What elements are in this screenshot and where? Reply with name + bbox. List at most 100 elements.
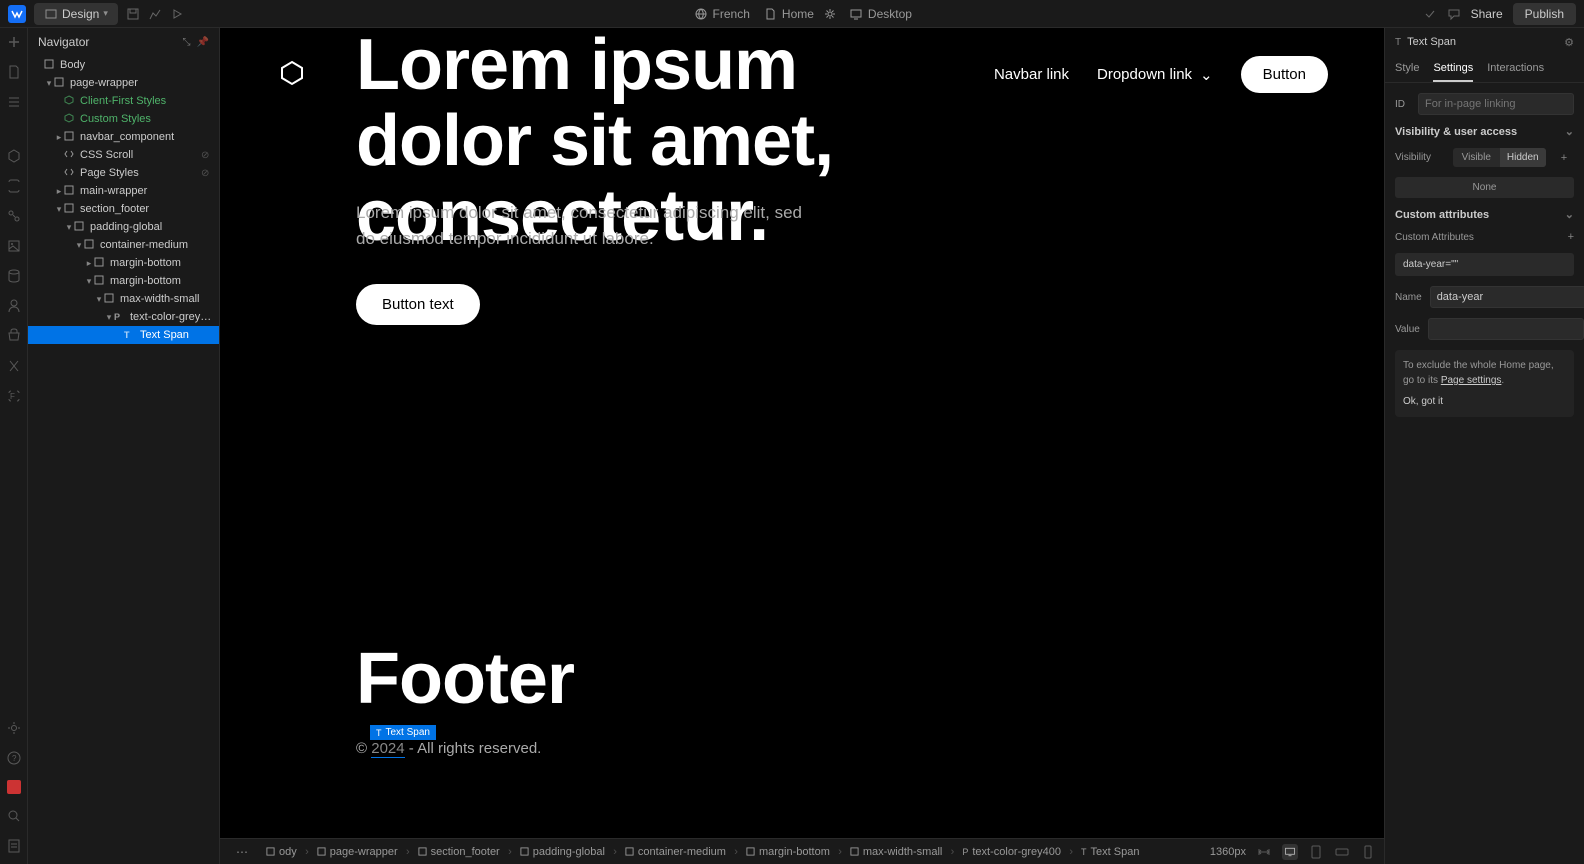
users-icon[interactable] <box>6 298 22 314</box>
desktop-icon <box>850 8 862 20</box>
assets-icon[interactable] <box>6 238 22 254</box>
video-icon[interactable] <box>7 780 21 794</box>
tree-item-body[interactable]: Body <box>28 56 219 74</box>
tree-item-max-width-small[interactable]: ▾max-width-small <box>28 290 219 308</box>
attr-value-input[interactable] <box>1428 318 1584 340</box>
breadcrumb-label: page-wrapper <box>330 846 398 858</box>
breadcrumb-item[interactable]: Ptext-color-grey400 <box>952 846 1071 858</box>
tree-caret[interactable]: ▸ <box>84 258 94 269</box>
tree-item-text-color-grey400[interactable]: ▾Ptext-color-grey400 <box>28 308 219 326</box>
publish-button[interactable]: Publish <box>1513 3 1576 25</box>
comment-icon[interactable] <box>1447 7 1461 21</box>
search-icon[interactable] <box>6 808 22 824</box>
breadcrumb-item[interactable]: container-medium <box>615 846 736 858</box>
hidden-icon[interactable]: ⊘ <box>201 168 213 179</box>
design-mode-dropdown[interactable]: Design ▾ <box>34 3 118 25</box>
tab-settings[interactable]: Settings <box>1433 56 1473 82</box>
visibility-section-header[interactable]: Visibility & user access ⌄ <box>1395 125 1574 138</box>
tree-item-client-first-styles[interactable]: Client-First Styles <box>28 92 219 110</box>
components-icon[interactable] <box>6 148 22 164</box>
logic-icon[interactable] <box>6 358 22 374</box>
breadcrumb-item[interactable]: margin-bottom <box>736 846 840 858</box>
tree-item-margin-bottom[interactable]: ▸margin-bottom <box>28 254 219 272</box>
id-input[interactable] <box>1418 93 1574 115</box>
dismiss-info[interactable]: Ok, got it <box>1403 394 1566 409</box>
breadcrumb-item[interactable]: section_footer <box>408 846 510 858</box>
add-icon[interactable] <box>6 34 22 50</box>
ecommerce-icon[interactable] <box>6 328 22 344</box>
tree-caret[interactable]: ▾ <box>54 204 64 215</box>
breakpoint-selector[interactable]: Desktop <box>850 7 912 21</box>
tree-item-padding-global[interactable]: ▾padding-global <box>28 218 219 236</box>
breadcrumb-item[interactable]: ody <box>256 846 307 858</box>
attr-name-input[interactable] <box>1430 286 1584 308</box>
apps-icon[interactable]: F <box>6 388 22 404</box>
add-attribute-button[interactable]: + <box>1568 231 1574 243</box>
variables-icon[interactable] <box>6 178 22 194</box>
year-span: 2024 <box>371 740 404 758</box>
tree-caret[interactable]: ▾ <box>94 294 104 305</box>
tree-caret[interactable]: ▸ <box>54 132 64 143</box>
check-icon[interactable] <box>1423 7 1437 21</box>
tree-item-container-medium[interactable]: ▾container-medium <box>28 236 219 254</box>
share-button[interactable]: Share <box>1471 7 1503 21</box>
device-desktop[interactable] <box>1282 844 1298 860</box>
attribute-item[interactable]: data-year="" <box>1395 253 1574 276</box>
tree-item-css-scroll[interactable]: CSS Scroll⊘ <box>28 146 219 164</box>
tree-item-navbar-component[interactable]: ▸navbar_component <box>28 128 219 146</box>
breadcrumb-more[interactable]: ⋯ <box>228 845 256 859</box>
tree-item-text-span[interactable]: TText Span <box>28 326 219 344</box>
width-expand-icon[interactable] <box>1256 844 1272 860</box>
settings-icon[interactable] <box>6 720 22 736</box>
chart-icon[interactable] <box>148 7 162 21</box>
visibility-none[interactable]: None <box>1395 177 1574 198</box>
webflow-logo[interactable] <box>8 5 26 23</box>
visibility-hidden[interactable]: Hidden <box>1500 148 1547 167</box>
breadcrumb-item[interactable]: page-wrapper <box>307 846 408 858</box>
box-icon <box>746 847 755 856</box>
play-icon[interactable] <box>170 7 184 21</box>
help-icon[interactable]: ? <box>6 750 22 766</box>
pages-icon[interactable] <box>6 64 22 80</box>
tree-caret[interactable]: ▸ <box>54 186 64 197</box>
tree-caret[interactable]: ▾ <box>74 240 84 251</box>
pin-icon[interactable]: 📌 <box>197 37 209 48</box>
t-icon: T <box>124 329 136 341</box>
breadcrumb-item[interactable]: max-width-small <box>840 846 952 858</box>
element-settings-icon[interactable]: ⚙ <box>1564 36 1574 49</box>
tree-item-section-footer[interactable]: ▾section_footer <box>28 200 219 218</box>
tree-item-page-wrapper[interactable]: ▾page-wrapper <box>28 74 219 92</box>
chevron-down-icon: ⌄ <box>1565 208 1574 221</box>
add-visibility-condition[interactable]: + <box>1554 152 1574 164</box>
device-mobile[interactable] <box>1360 844 1376 860</box>
tree-item-page-styles[interactable]: Page Styles⊘ <box>28 164 219 182</box>
attr-value-label: Value <box>1395 324 1420 335</box>
page-selector[interactable]: Home <box>764 7 836 21</box>
collapse-icon[interactable]: ⤡ <box>183 37 191 48</box>
device-mobile-landscape[interactable] <box>1334 844 1350 860</box>
navigator-icon[interactable] <box>6 94 22 110</box>
audit-icon[interactable] <box>6 838 22 854</box>
tree-item-margin-bottom[interactable]: ▾margin-bottom <box>28 272 219 290</box>
page-settings-link[interactable]: Page settings <box>1441 375 1502 386</box>
device-tablet[interactable] <box>1308 844 1324 860</box>
visibility-visible[interactable]: Visible <box>1453 148 1500 167</box>
tree-caret[interactable]: ▾ <box>104 312 114 323</box>
tree-item-custom-styles[interactable]: Custom Styles <box>28 110 219 128</box>
tree-item-main-wrapper[interactable]: ▸main-wrapper <box>28 182 219 200</box>
locale-selector[interactable]: French <box>695 7 750 21</box>
hidden-icon[interactable]: ⊘ <box>201 150 213 161</box>
custom-attributes-header[interactable]: Custom attributes ⌄ <box>1395 208 1574 221</box>
save-icon[interactable] <box>126 7 140 21</box>
cms-icon[interactable] <box>6 268 22 284</box>
gear-icon[interactable] <box>824 8 836 20</box>
tab-style[interactable]: Style <box>1395 56 1419 82</box>
canvas[interactable]: Navbar link Dropdown link ⌄ Button Lorem… <box>220 28 1384 838</box>
tree-caret[interactable]: ▾ <box>84 276 94 287</box>
tree-caret[interactable]: ▾ <box>44 78 54 89</box>
tree-caret[interactable]: ▾ <box>64 222 74 233</box>
breadcrumb-item[interactable]: padding-global <box>510 846 615 858</box>
breadcrumb-item[interactable]: TText Span <box>1071 846 1149 858</box>
styles-icon[interactable] <box>6 208 22 224</box>
tab-interactions[interactable]: Interactions <box>1487 56 1544 82</box>
